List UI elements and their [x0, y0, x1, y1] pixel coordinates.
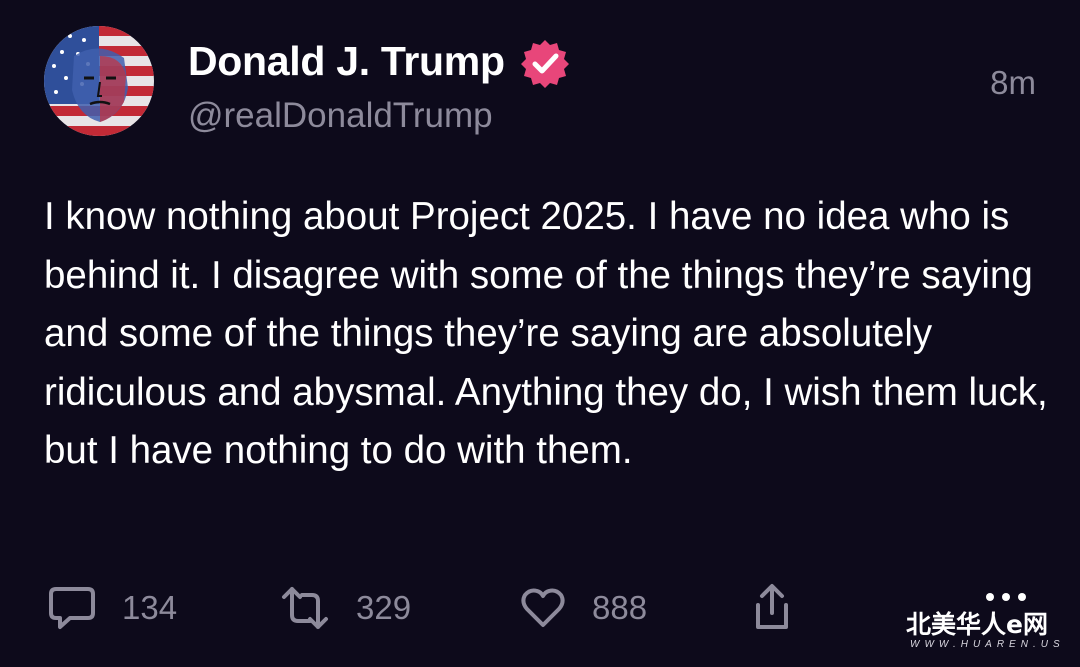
- avatar[interactable]: [44, 26, 154, 136]
- post-text: I know nothing about Project 2025. I hav…: [44, 195, 1048, 472]
- verified-badge-icon: [520, 38, 570, 88]
- post-timestamp[interactable]: 8m: [990, 64, 1036, 102]
- like-count: 888: [592, 589, 648, 626]
- watermark-brand: 北美华人e网: [906, 610, 1048, 639]
- reply-count: 134: [122, 589, 178, 626]
- watermark-dots-icon: [986, 593, 1026, 601]
- comment-bubble-icon: [49, 587, 95, 629]
- repost-button[interactable]: 329: [280, 580, 411, 636]
- repost-arrows-icon: [282, 587, 328, 629]
- heart-icon: [521, 588, 565, 627]
- post-actions: 134 329 888: [44, 580, 944, 636]
- watermark: 北美华人e网 WWW.HUAREN.US: [906, 591, 1066, 659]
- reply-button[interactable]: 134: [48, 580, 177, 636]
- share-upload-icon: [756, 584, 788, 629]
- watermark-url: WWW.HUAREN.US: [910, 639, 1065, 650]
- repost-count: 329: [356, 589, 412, 626]
- user-handle[interactable]: @realDonaldTrump: [188, 96, 493, 136]
- like-button[interactable]: 888: [520, 580, 647, 636]
- display-name[interactable]: Donald J. Trump: [188, 38, 505, 85]
- post-card: Donald J. Trump @realDonaldTrump 8m I kn…: [0, 0, 1080, 667]
- avatar-image: [44, 26, 154, 136]
- share-button[interactable]: [752, 580, 792, 636]
